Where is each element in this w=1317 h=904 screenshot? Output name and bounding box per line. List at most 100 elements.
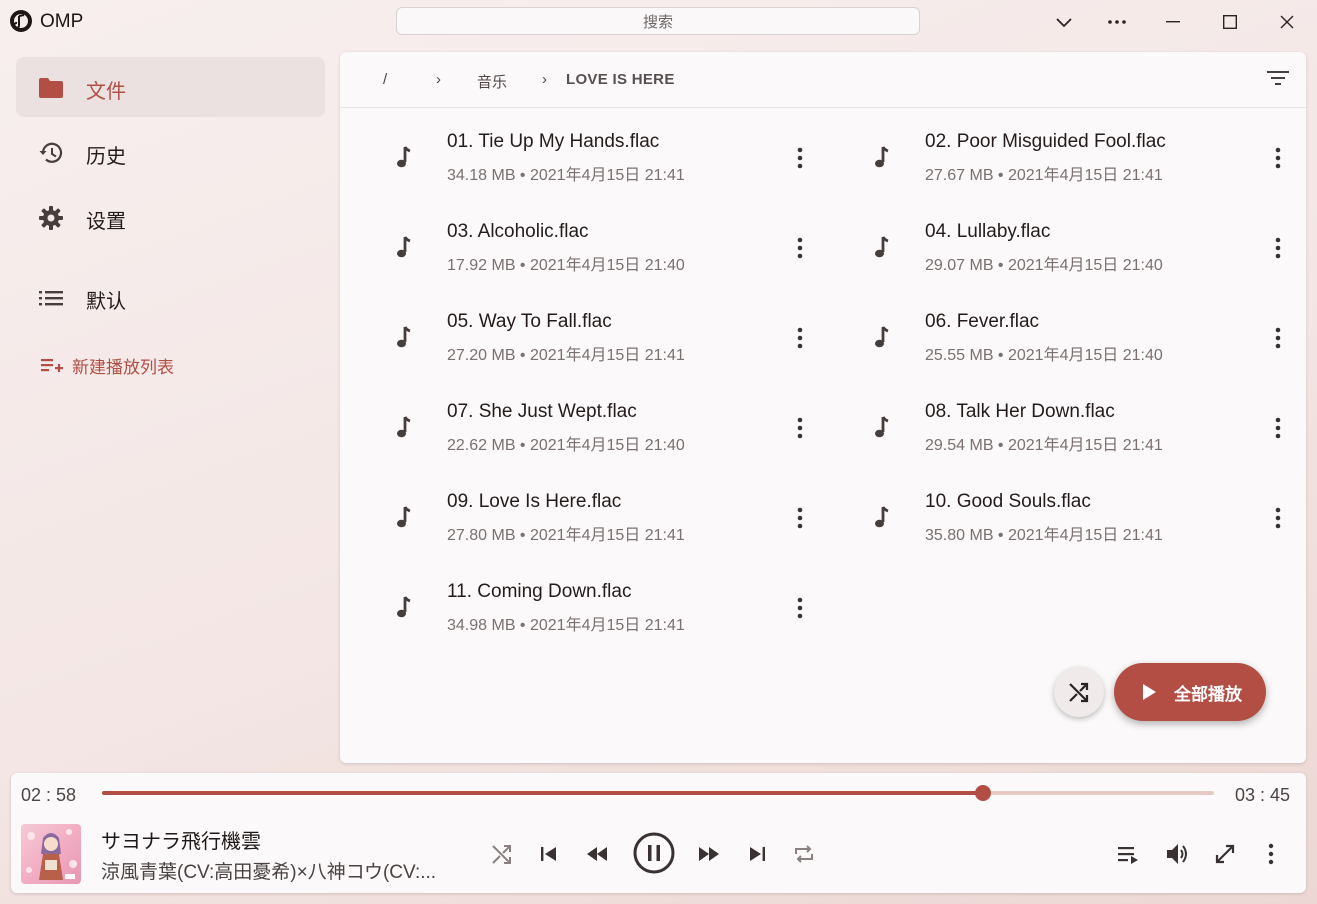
more-horizontal-icon[interactable]	[1102, 8, 1132, 36]
close-icon[interactable]	[1272, 8, 1302, 36]
more-vertical-icon[interactable]	[788, 144, 812, 172]
file-item[interactable]: 07. She Just Wept.flac 22.62 MB • 2021年4月…	[352, 392, 803, 464]
more-vertical-icon[interactable]	[788, 324, 812, 352]
skip-previous-icon	[541, 847, 556, 861]
shuffle-icon	[1069, 682, 1089, 703]
file-item[interactable]: 09. Love Is Here.flac 27.80 MB • 2021年4月1…	[352, 482, 803, 554]
list-icon	[38, 285, 64, 311]
play-all-label: 全部播放	[1174, 684, 1242, 704]
music-note-icon	[390, 594, 418, 622]
more-vertical-icon	[1268, 843, 1274, 865]
queue-button[interactable]	[1113, 839, 1143, 869]
breadcrumb-separator: ›	[436, 71, 441, 88]
minimize-icon[interactable]	[1158, 8, 1188, 36]
search-input[interactable]: 搜索	[396, 7, 920, 35]
volume-button[interactable]	[1163, 839, 1193, 869]
file-item[interactable]: 05. Way To Fall.flac 27.20 MB • 2021年4月15…	[352, 302, 803, 374]
progress-thumb[interactable]	[974, 785, 991, 801]
file-item[interactable]: 08. Talk Her Down.flac 29.54 MB • 2021年4月…	[830, 392, 1281, 464]
player-more-button[interactable]	[1256, 839, 1286, 869]
play-all-button[interactable]: 全部播放	[1114, 663, 1266, 721]
file-meta: 25.55 MB • 2021年4月15日 21:40	[925, 347, 1163, 364]
more-vertical-icon[interactable]	[1266, 234, 1290, 262]
volume-icon	[1167, 844, 1187, 864]
rewind-button[interactable]	[582, 839, 612, 869]
elapsed-time: 02 : 58	[21, 785, 77, 805]
file-name: 04. Lullaby.flac	[925, 221, 1051, 242]
file-meta: 29.54 MB • 2021年4月15日 21:41	[925, 437, 1163, 454]
new-playlist-label: 新建播放列表	[72, 357, 174, 377]
previous-track-button[interactable]	[534, 839, 564, 869]
file-item[interactable]: 02. Poor Misguided Fool.flac 27.67 MB • 2…	[830, 122, 1281, 194]
file-meta: 27.20 MB • 2021年4月15日 21:41	[447, 347, 685, 364]
more-vertical-icon[interactable]	[1266, 414, 1290, 442]
file-meta: 17.92 MB • 2021年4月15日 21:40	[447, 257, 685, 274]
file-name: 05. Way To Fall.flac	[447, 311, 612, 332]
file-name: 10. Good Souls.flac	[925, 491, 1091, 512]
maximize-icon[interactable]	[1215, 8, 1245, 36]
sidebar-item-settings[interactable]: 设置	[16, 187, 325, 247]
music-note-icon	[868, 414, 896, 442]
pause-button[interactable]	[632, 831, 676, 875]
file-item[interactable]: 04. Lullaby.flac 29.07 MB • 2021年4月15日 21…	[830, 212, 1281, 284]
file-item[interactable]: 10. Good Souls.flac 35.80 MB • 2021年4月15日…	[830, 482, 1281, 554]
file-item[interactable]: 03. Alcoholic.flac 17.92 MB • 2021年4月15日 …	[352, 212, 803, 284]
more-vertical-icon[interactable]	[788, 594, 812, 622]
more-vertical-icon[interactable]	[1266, 324, 1290, 352]
breadcrumb-separator: ›	[542, 71, 547, 88]
music-note-icon	[868, 504, 896, 532]
breadcrumb-item-music[interactable]: 音乐	[477, 71, 507, 92]
chevron-down-icon[interactable]	[1049, 8, 1079, 36]
music-note-icon	[868, 234, 896, 262]
file-name: 01. Tie Up My Hands.flac	[447, 131, 660, 152]
app-logo-icon	[9, 8, 35, 34]
new-playlist-button[interactable]: 新建播放列表	[40, 352, 174, 378]
shuffle-mode-button[interactable]	[487, 839, 517, 869]
playlist-add-icon	[41, 359, 63, 372]
sidebar-item-history[interactable]: 历史	[16, 122, 325, 182]
file-item[interactable]: 01. Tie Up My Hands.flac 34.18 MB • 2021年…	[352, 122, 803, 194]
breadcrumb-root[interactable]: /	[383, 71, 387, 88]
file-item[interactable]: 06. Fever.flac 25.55 MB • 2021年4月15日 21:4…	[830, 302, 1281, 374]
history-icon	[38, 140, 64, 166]
sidebar-item-files[interactable]: 文件	[16, 57, 325, 117]
queue-icon	[1118, 847, 1138, 864]
shuffle-icon	[492, 845, 511, 864]
app-name: OMP	[40, 11, 84, 32]
more-vertical-icon[interactable]	[1266, 504, 1290, 532]
file-name: 09. Love Is Here.flac	[447, 491, 622, 512]
album-cover[interactable]	[21, 824, 81, 884]
folder-icon	[38, 75, 64, 101]
playlist-item-default[interactable]: 默认	[16, 267, 325, 327]
repeat-icon	[795, 845, 813, 863]
fast-forward-button[interactable]	[694, 839, 724, 869]
more-vertical-icon[interactable]	[788, 234, 812, 262]
music-note-icon	[868, 324, 896, 352]
shuffle-button[interactable]	[1054, 667, 1104, 717]
file-item[interactable]: 11. Coming Down.flac 34.98 MB • 2021年4月15…	[352, 572, 803, 644]
file-name: 08. Talk Her Down.flac	[925, 401, 1115, 422]
sidebar-item-label: 文件	[86, 81, 126, 103]
more-vertical-icon[interactable]	[1266, 144, 1290, 172]
title-bar: OMP 搜索	[0, 0, 1317, 44]
breadcrumb-item-album[interactable]: LOVE IS HERE	[566, 71, 675, 88]
file-name: 03. Alcoholic.flac	[447, 221, 589, 242]
rewind-icon	[587, 847, 607, 861]
file-meta: 29.07 MB • 2021年4月15日 21:40	[925, 257, 1163, 274]
sort-icon[interactable]	[1266, 68, 1292, 92]
music-note-icon	[390, 234, 418, 262]
progress-slider[interactable]	[102, 785, 1214, 801]
music-note-icon	[390, 414, 418, 442]
more-vertical-icon[interactable]	[788, 414, 812, 442]
repeat-mode-button[interactable]	[789, 839, 819, 869]
file-name: 07. She Just Wept.flac	[447, 401, 637, 422]
file-meta: 22.62 MB • 2021年4月15日 21:40	[447, 437, 685, 454]
music-note-icon	[390, 504, 418, 532]
more-vertical-icon[interactable]	[788, 504, 812, 532]
fullscreen-button[interactable]	[1210, 839, 1240, 869]
file-name: 02. Poor Misguided Fool.flac	[925, 131, 1166, 152]
next-track-button[interactable]	[742, 839, 772, 869]
expand-icon	[1215, 844, 1235, 864]
playlist-label: 默认	[86, 291, 126, 313]
player-bar: 02 : 58 03 : 45 サヨナラ飛行機雲 涼風青葉(CV:高田憂希)×八…	[11, 773, 1306, 893]
